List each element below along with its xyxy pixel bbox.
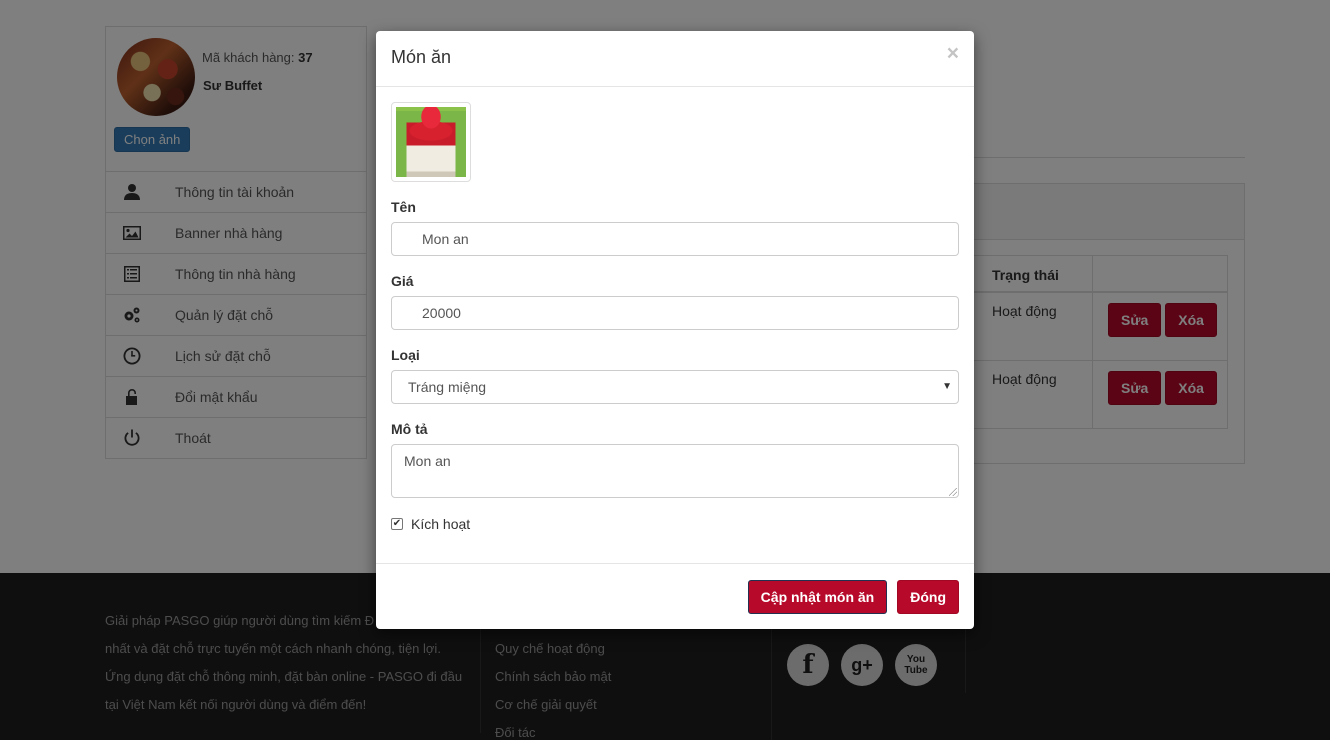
close-button[interactable]: Đóng <box>897 580 959 614</box>
resize-handle-icon[interactable] <box>949 488 957 496</box>
name-label: Tên <box>391 199 416 215</box>
price-input[interactable]: 20000 <box>391 296 959 330</box>
type-select-value: Tráng miệng <box>408 379 487 395</box>
active-checkbox-row[interactable]: ✔ Kích hoạt <box>391 516 959 532</box>
dish-image <box>396 107 466 177</box>
modal-footer: Cập nhật món ăn Đóng <box>376 563 974 629</box>
name-input[interactable]: Mon an <box>391 222 959 256</box>
modal-title: Món ăn <box>391 47 452 67</box>
type-label: Loại <box>391 347 420 363</box>
active-checkbox[interactable]: ✔ <box>391 518 403 530</box>
active-label: Kích hoạt <box>411 516 471 532</box>
dish-modal: Món ăn × Tên Mon an Giá 20000 Loại Tráng… <box>376 31 974 629</box>
dish-thumbnail[interactable] <box>391 102 471 182</box>
description-label: Mô tả <box>391 421 428 437</box>
modal-header: Món ăn × <box>376 31 974 87</box>
description-textarea[interactable]: Mon an <box>391 444 959 498</box>
update-dish-button[interactable]: Cập nhật món ăn <box>747 580 888 614</box>
chevron-down-icon: ▼ <box>942 381 952 392</box>
description-value: Mon an <box>404 453 451 469</box>
close-icon[interactable]: × <box>947 43 959 64</box>
price-label: Giá <box>391 273 414 289</box>
type-select[interactable]: Tráng miệng ▼ <box>391 370 959 404</box>
modal-body: Tên Mon an Giá 20000 Loại Tráng miệng ▼ … <box>391 102 959 532</box>
